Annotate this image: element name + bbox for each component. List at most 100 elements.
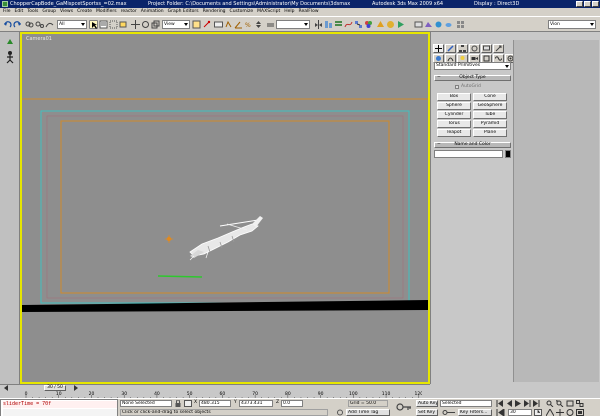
undo-icon[interactable] (3, 20, 12, 29)
hierarchy-tab[interactable] (457, 44, 468, 53)
menu-animation[interactable]: Animation (141, 8, 164, 16)
menu-reactor[interactable]: reactor (121, 8, 137, 16)
rectangular-selection-icon[interactable] (109, 20, 118, 29)
sphere-button[interactable]: Sphere (437, 102, 471, 110)
curve-editor-icon[interactable] (344, 20, 353, 29)
figure-icon[interactable] (5, 50, 15, 66)
redo-icon[interactable] (13, 20, 22, 29)
viewport-scene[interactable] (22, 34, 428, 382)
viewport-label[interactable]: Camera01 (26, 36, 52, 42)
play-icon[interactable] (514, 400, 522, 407)
menu-tools[interactable]: Tools (27, 8, 38, 16)
menu-graph-editors[interactable]: Graph Editors (168, 8, 199, 16)
select-object-icon[interactable] (89, 20, 98, 29)
zoom-extents-all-icon[interactable] (576, 400, 584, 407)
close-button[interactable] (592, 1, 599, 7)
scale-icon[interactable] (151, 20, 160, 29)
menu-create[interactable]: Create (77, 8, 92, 16)
teapot-render-icon[interactable] (444, 20, 453, 29)
render-setup-icon[interactable] (376, 20, 385, 29)
realflow-icon[interactable] (434, 20, 443, 29)
pan-icon[interactable] (556, 409, 564, 416)
name-and-color-rollout[interactable]: Name and Color (434, 142, 511, 148)
arrow-up-icon[interactable] (6, 38, 14, 48)
timeline-prev-icon[interactable] (2, 385, 10, 391)
display-tab[interactable] (481, 44, 492, 53)
autogrid-checkbox[interactable]: AutoGrid (455, 84, 481, 89)
select-by-name-icon[interactable] (99, 20, 108, 29)
plane-button[interactable]: Plane (473, 129, 507, 137)
listener-output[interactable]: sliderTime = 70f (3, 401, 117, 408)
menu-maxscript[interactable]: MAXScript (257, 8, 280, 16)
add-time-tag-button[interactable]: Add Time Tag (346, 409, 390, 416)
snap-toggle-icon[interactable] (224, 20, 233, 29)
object-type-rollout[interactable]: Object Type (434, 75, 511, 81)
menu-help[interactable]: Help (284, 8, 294, 16)
create-tab[interactable] (433, 44, 444, 53)
maximize-button[interactable] (584, 1, 591, 7)
box-button[interactable]: Box (437, 93, 471, 101)
field-of-view-icon[interactable] (545, 408, 555, 416)
viewport-config-icon[interactable] (456, 20, 465, 29)
object-color-swatch[interactable] (505, 150, 511, 158)
torus-button[interactable]: Torus (437, 120, 471, 128)
primitive-category-dropdown[interactable]: Standard Primitives (434, 62, 511, 70)
move-icon[interactable] (131, 20, 140, 29)
percent-snap-icon[interactable]: % (244, 20, 253, 29)
maximize-viewport-icon[interactable] (576, 409, 584, 416)
material-editor-icon[interactable] (364, 20, 373, 29)
angle-snap-icon[interactable] (234, 20, 243, 29)
schematic-view-icon[interactable] (354, 20, 363, 29)
pivot-center-icon[interactable] (192, 20, 201, 29)
utilities-tab[interactable] (493, 44, 504, 53)
listener-input[interactable] (3, 409, 117, 416)
named-selection-set-dropdown[interactable] (276, 20, 310, 29)
rotate-icon[interactable] (141, 20, 150, 29)
spinner-snap-icon[interactable] (254, 20, 263, 29)
select-manipulate-icon[interactable] (202, 20, 211, 29)
orbit-icon[interactable] (566, 409, 574, 416)
set-key-icon[interactable] (442, 409, 456, 416)
lock-selection-icon[interactable] (174, 399, 182, 407)
keyboard-shortcut-icon[interactable] (214, 20, 223, 29)
set-key-button[interactable]: Set Key (416, 409, 438, 416)
key-mode-dropdown[interactable]: Selected (440, 400, 492, 407)
go-to-end-icon[interactable] (532, 400, 540, 407)
render-preset-dropdown[interactable]: Vion (548, 20, 596, 29)
menu-file[interactable]: File (3, 8, 11, 16)
rendered-frame-window-icon[interactable] (386, 20, 395, 29)
select-and-link-icon[interactable] (25, 20, 34, 29)
zoom-extents-icon[interactable] (566, 400, 574, 407)
reference-coordinate-dropdown[interactable]: View (162, 20, 190, 29)
pyramid-button[interactable]: Pyramid (473, 120, 507, 128)
menu-group[interactable]: Group (42, 8, 56, 16)
teapot-button[interactable]: Teapot (437, 129, 471, 137)
auto-key-button[interactable]: Auto Key (416, 400, 438, 407)
named-selection-icon[interactable] (266, 20, 275, 29)
menu-customize[interactable]: Customize (230, 8, 254, 16)
zoom-all-icon[interactable] (555, 399, 564, 408)
tube-button[interactable]: Tube (473, 111, 507, 119)
object-name-field[interactable] (434, 150, 503, 158)
align-icon[interactable] (324, 20, 333, 29)
z-coordinate-field[interactable]: 0.0 (281, 400, 303, 407)
key-mode-toggle-icon[interactable] (496, 408, 506, 416)
menu-edit[interactable]: Edit (15, 8, 24, 16)
modify-tab[interactable] (445, 44, 456, 53)
camera-viewport[interactable]: Camera01 (20, 32, 430, 384)
motion-tab[interactable] (469, 44, 480, 53)
menu-rendering[interactable]: Rendering (203, 8, 226, 16)
zoom-icon[interactable] (546, 400, 554, 408)
selection-filter-dropdown[interactable]: All (57, 20, 87, 29)
minimize-button[interactable] (576, 1, 583, 7)
previous-frame-icon[interactable] (505, 400, 513, 407)
render-type-icon[interactable] (414, 20, 423, 29)
app-icon[interactable] (2, 1, 8, 7)
time-tag-icon[interactable] (336, 409, 344, 416)
next-frame-icon[interactable] (523, 400, 531, 407)
key-icon[interactable] (396, 402, 412, 412)
mirror-icon[interactable] (314, 20, 323, 29)
cone-button[interactable]: Cone (473, 93, 507, 101)
layer-manager-icon[interactable] (334, 20, 343, 29)
x-coordinate-field[interactable]: 480.315 (199, 400, 231, 407)
